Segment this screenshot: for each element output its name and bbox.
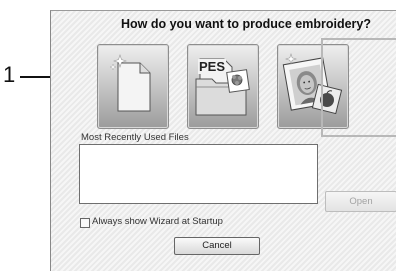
selected-option-highlight bbox=[321, 38, 396, 137]
cancel-button[interactable]: Cancel bbox=[174, 237, 260, 255]
wizard-dialog: How do you want to produce embroidery? P… bbox=[50, 10, 396, 271]
show-wizard-label[interactable]: Always show Wizard at Startup bbox=[92, 216, 223, 227]
pes-label: PES bbox=[198, 59, 227, 74]
open-button[interactable]: Open bbox=[325, 191, 396, 212]
new-design-button[interactable] bbox=[97, 44, 169, 129]
open-pes-file-button[interactable]: PES bbox=[187, 44, 259, 129]
dialog-title: How do you want to produce embroidery? bbox=[121, 17, 372, 31]
callout-number: 1 bbox=[3, 62, 16, 87]
mru-label: Most Recently Used Files bbox=[81, 132, 189, 143]
new-file-icon bbox=[109, 54, 151, 112]
show-wizard-checkbox[interactable] bbox=[80, 218, 90, 228]
pes-folder-icon bbox=[195, 58, 250, 116]
mru-file-list[interactable] bbox=[79, 144, 318, 204]
